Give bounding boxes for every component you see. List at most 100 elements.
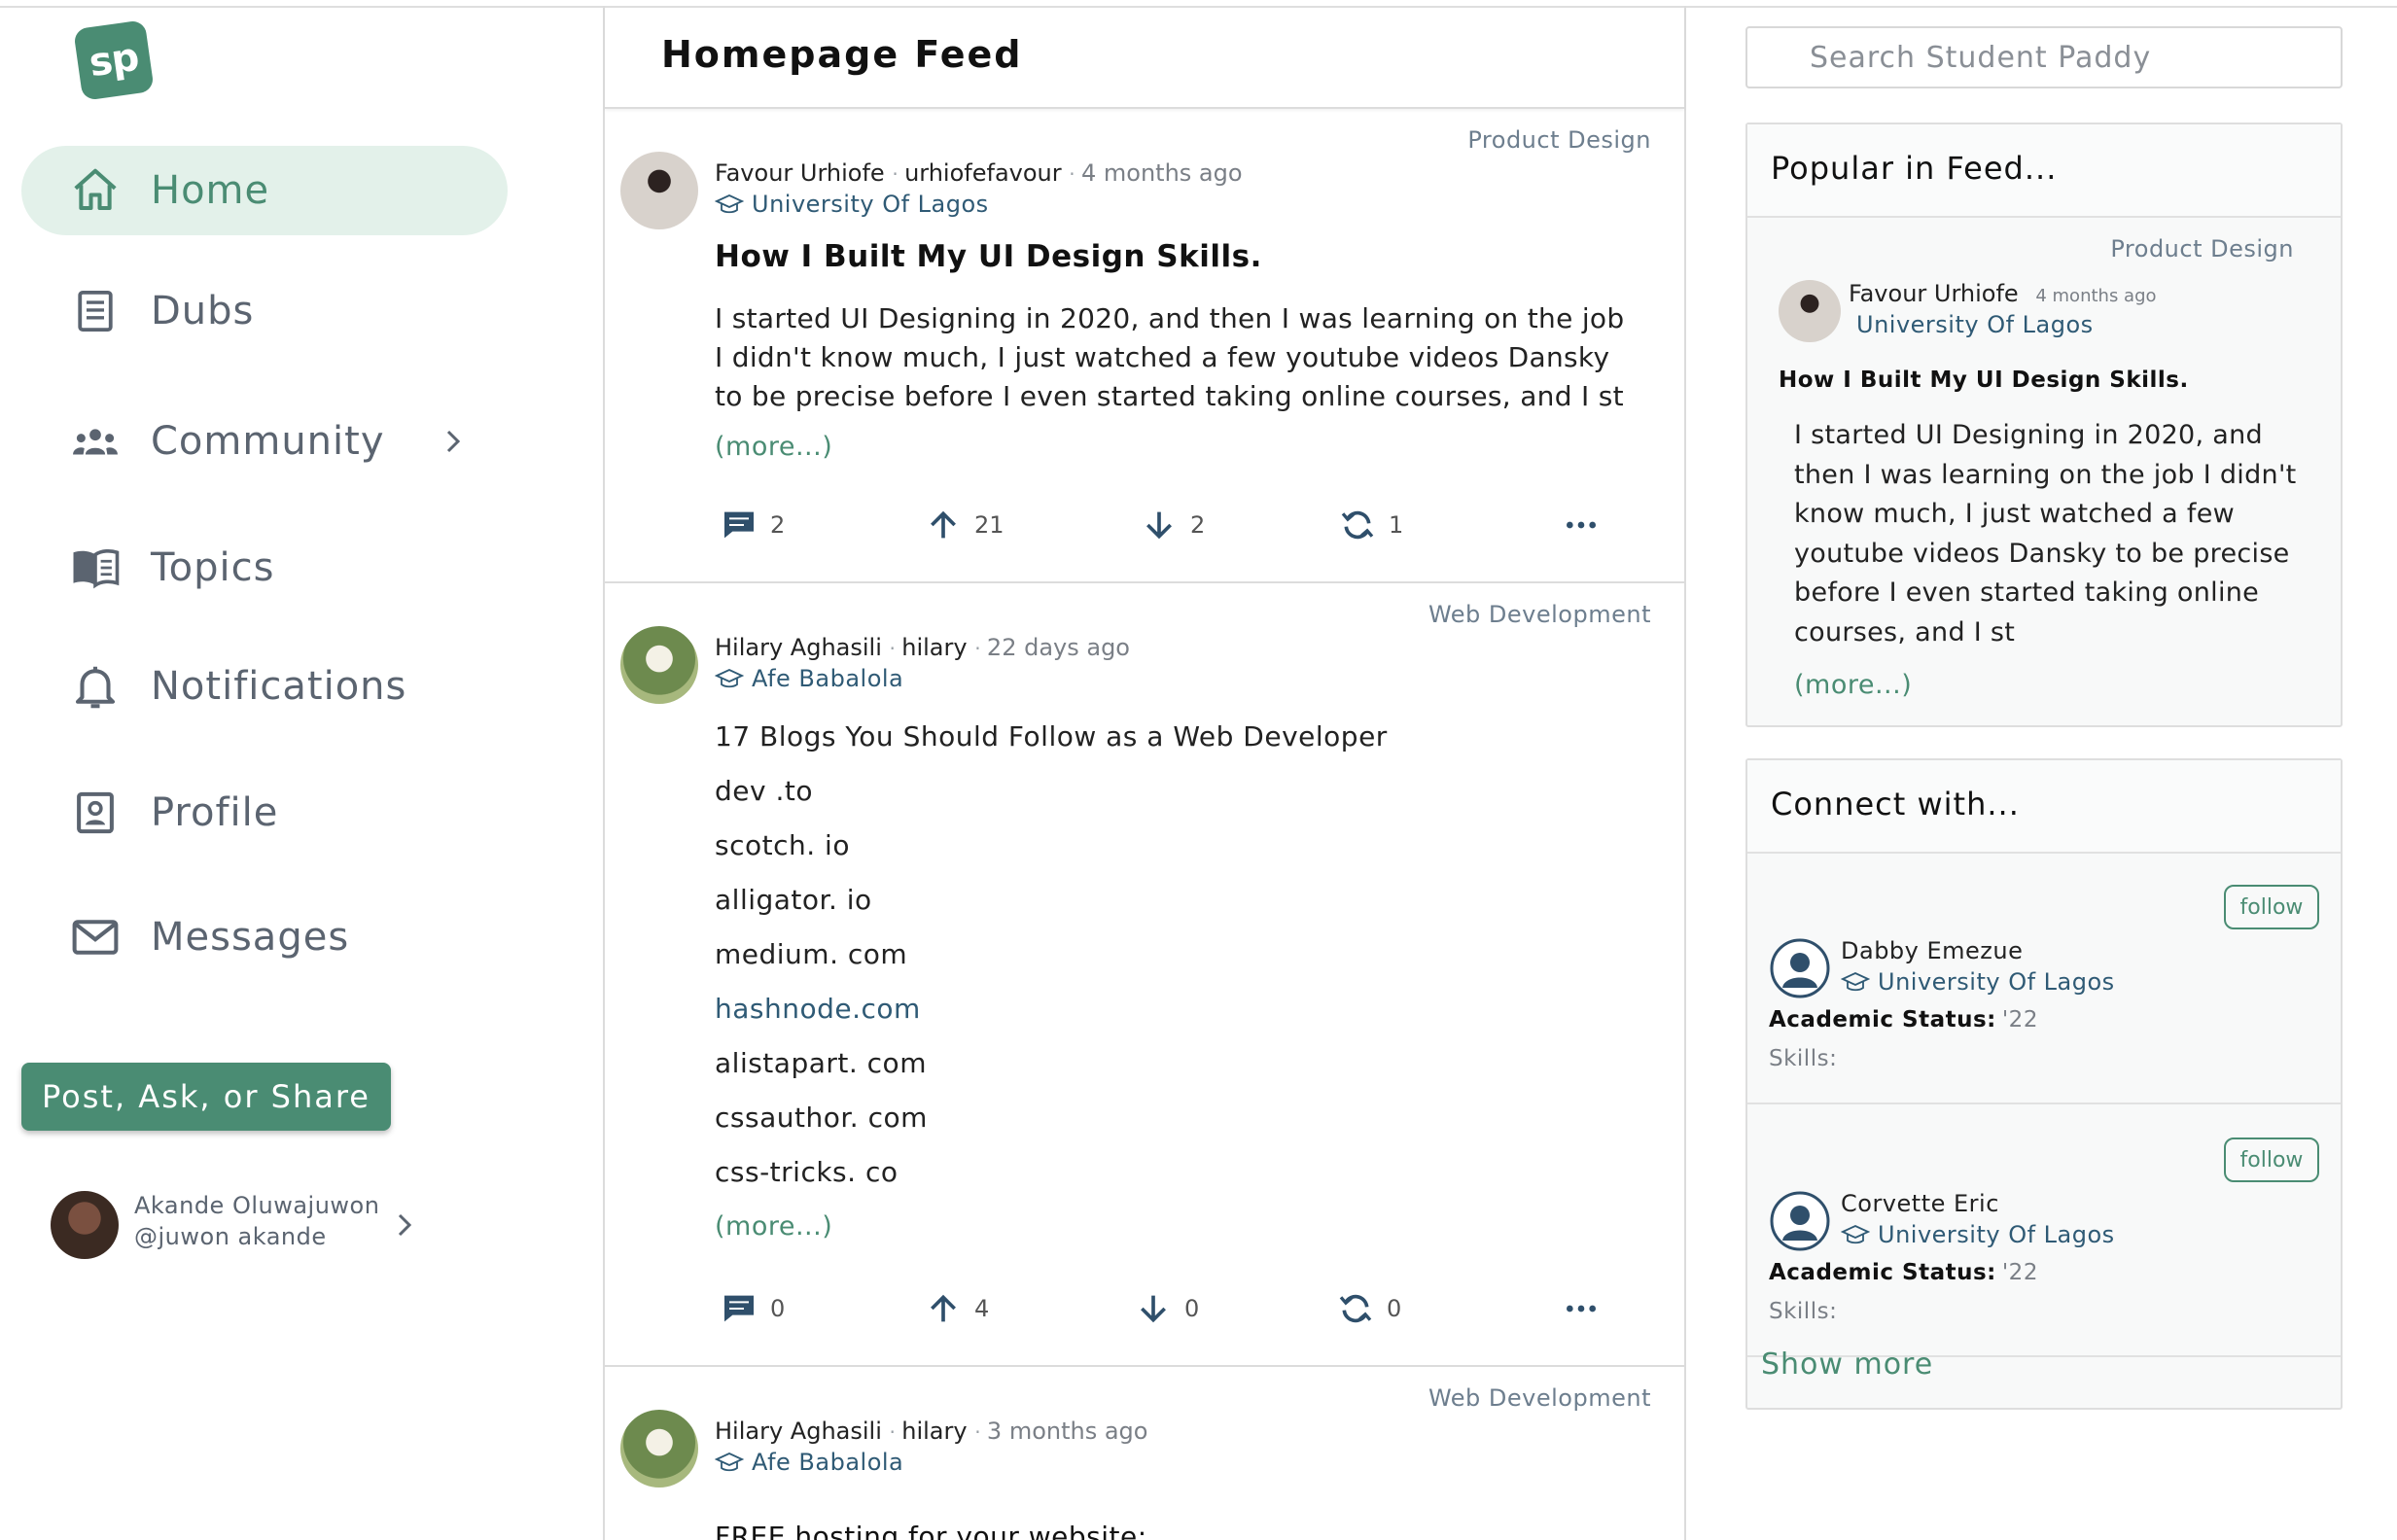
sidebar-item-notifications[interactable]: Notifications: [21, 642, 508, 731]
popular-in-feed-card: Popular in Feed... Product Design Favour…: [1745, 122, 2343, 727]
suggested-user: follow Corvette Eric University Of Lagos…: [1747, 1104, 2341, 1357]
post-school[interactable]: University Of Lagos: [715, 191, 989, 218]
downvote-count: 0: [1184, 1295, 1200, 1322]
downvote-count: 2: [1190, 511, 1206, 539]
id-card-icon: [66, 784, 124, 842]
follow-button[interactable]: follow: [2224, 885, 2319, 929]
post-title[interactable]: How I Built My UI Design Skills.: [715, 239, 1262, 274]
sidebar-item-messages[interactable]: Messages: [21, 892, 508, 982]
card-heading: Popular in Feed...: [1771, 150, 2058, 187]
arrow-up-icon: [931, 510, 956, 539]
avatar: [51, 1191, 119, 1259]
post-actions: 0 4 0 0: [605, 1289, 1684, 1338]
graduation-cap-icon: [715, 669, 744, 688]
sidebar-item-label: Topics: [151, 545, 275, 590]
post-line: alligator. io: [715, 884, 872, 916]
avatar[interactable]: [1779, 280, 1841, 342]
comment-icon: [724, 1295, 754, 1322]
post-time: 3 months ago: [986, 1418, 1148, 1445]
sidebar-item-topics[interactable]: Topics: [21, 523, 508, 612]
read-more-link[interactable]: (more...): [715, 1200, 1639, 1254]
app-logo[interactable]: sp: [73, 19, 155, 101]
sidebar-item-label: Messages: [151, 915, 350, 960]
upvote-button[interactable]: 21: [924, 506, 1005, 544]
academic-status-value: '22: [2001, 1007, 2038, 1032]
sidebar-item-label: Profile: [151, 790, 279, 835]
post-excerpt: I started UI Designing in 2020, and then…: [715, 302, 1625, 412]
suggested-user-school[interactable]: University Of Lagos: [1841, 968, 2115, 996]
bell-icon: [66, 657, 124, 716]
chevron-right-icon[interactable]: [391, 1206, 420, 1244]
document-icon: [66, 282, 124, 340]
avatar[interactable]: [620, 1410, 698, 1488]
post-category-tag[interactable]: Product Design: [1467, 126, 1651, 154]
post-ask-share-button[interactable]: Post, Ask, or Share: [21, 1063, 391, 1131]
downvote-button[interactable]: 0: [1134, 1289, 1199, 1328]
post-author-name[interactable]: Hilary Aghasili: [715, 634, 882, 661]
school-name: University Of Lagos: [1878, 968, 2115, 996]
post-author-name[interactable]: Favour Urhiofe: [1849, 280, 2019, 307]
sidebar-item-community[interactable]: Community: [21, 397, 508, 486]
sidebar-item-dubs[interactable]: Dubs: [21, 266, 508, 356]
search-input[interactable]: [1745, 26, 2343, 88]
refresh-share-icon: [1339, 1294, 1372, 1323]
share-button[interactable]: 0: [1336, 1289, 1401, 1328]
suggested-user-name[interactable]: Dabby Emezue: [1841, 937, 2023, 964]
sidebar-item-label: Dubs: [151, 289, 255, 333]
academic-status-label: Academic Status:: [1769, 1007, 1996, 1032]
academic-status-label: Academic Status:: [1769, 1260, 1996, 1285]
post-link[interactable]: hashnode.com: [715, 982, 1639, 1036]
sidebar-item-profile[interactable]: Profile: [21, 768, 508, 858]
upvote-count: 4: [974, 1295, 990, 1322]
school-name: Afe Babalola: [752, 1449, 904, 1476]
post-category-tag[interactable]: Web Development: [1428, 601, 1651, 628]
envelope-icon: [66, 908, 124, 966]
card-header: Popular in Feed...: [1747, 124, 2341, 218]
user-placeholder-icon: [1770, 1191, 1830, 1251]
arrow-up-icon: [931, 1294, 956, 1322]
downvote-button[interactable]: 2: [1140, 506, 1205, 544]
skills-label: Skills:: [1769, 1046, 1838, 1071]
school-name: University Of Lagos: [752, 191, 989, 218]
popular-author: Favour Urhiofe 4 months ago: [1849, 280, 2157, 307]
comment-button[interactable]: 0: [720, 1289, 785, 1328]
post-author-username[interactable]: urhiofefavour: [904, 159, 1062, 187]
post-school[interactable]: Afe Babalola: [715, 1449, 903, 1476]
post-title[interactable]: How I Built My UI Design Skills.: [1779, 368, 2189, 393]
show-more-link[interactable]: Show more: [1761, 1348, 1933, 1382]
more-options-button[interactable]: [1562, 506, 1601, 544]
post-author-name[interactable]: Favour Urhiofe: [715, 159, 885, 187]
school-name[interactable]: University Of Lagos: [1856, 311, 2094, 338]
share-button[interactable]: 1: [1338, 506, 1403, 544]
upvote-button[interactable]: 4: [924, 1289, 989, 1328]
post-author-username[interactable]: hilary: [901, 1418, 967, 1445]
post-school[interactable]: Afe Babalola: [715, 665, 903, 692]
feed-header: Homepage Feed: [605, 6, 1684, 109]
share-count: 0: [1387, 1295, 1402, 1322]
post-body: I started UI Designing in 2020, and then…: [715, 299, 1639, 467]
sidebar-item-home[interactable]: Home: [21, 146, 508, 235]
suggested-user-name[interactable]: Corvette Eric: [1841, 1190, 1999, 1217]
read-more-link[interactable]: (more...): [1794, 666, 2319, 706]
avatar[interactable]: [620, 626, 698, 704]
current-user[interactable]: Akande Oluwajuwon @juwon akande: [51, 1188, 440, 1262]
post-category-tag[interactable]: Web Development: [1428, 1384, 1651, 1412]
read-more-link[interactable]: (more...): [715, 428, 1639, 467]
suggested-user-school[interactable]: University Of Lagos: [1841, 1221, 2115, 1248]
post-excerpt: I started UI Designing in 2020, and then…: [1794, 420, 2297, 648]
avatar[interactable]: [620, 152, 698, 229]
post-author-name[interactable]: Hilary Aghasili: [715, 1418, 882, 1445]
post-line: dev .to: [715, 775, 813, 807]
more-options-button[interactable]: [1562, 1289, 1601, 1328]
post-category-tag[interactable]: Product Design: [2110, 235, 2294, 262]
follow-button[interactable]: follow: [2224, 1138, 2319, 1182]
post-author-line: Favour Urhiofe · urhiofefavour · 4 month…: [715, 159, 1243, 187]
post-time: 4 months ago: [1080, 159, 1243, 187]
comment-button[interactable]: 2: [720, 506, 785, 544]
post-line: medium. com: [715, 938, 908, 970]
post-body: 17 Blogs You Should Follow as a Web Deve…: [715, 710, 1639, 1254]
graduation-cap-icon: [1841, 1225, 1870, 1244]
connect-with-card: Connect with... follow Dabby Emezue Univ…: [1745, 758, 2343, 1410]
post-title[interactable]: FREE hosting for your website:: [715, 1521, 1147, 1540]
post-author-username[interactable]: hilary: [901, 634, 967, 661]
